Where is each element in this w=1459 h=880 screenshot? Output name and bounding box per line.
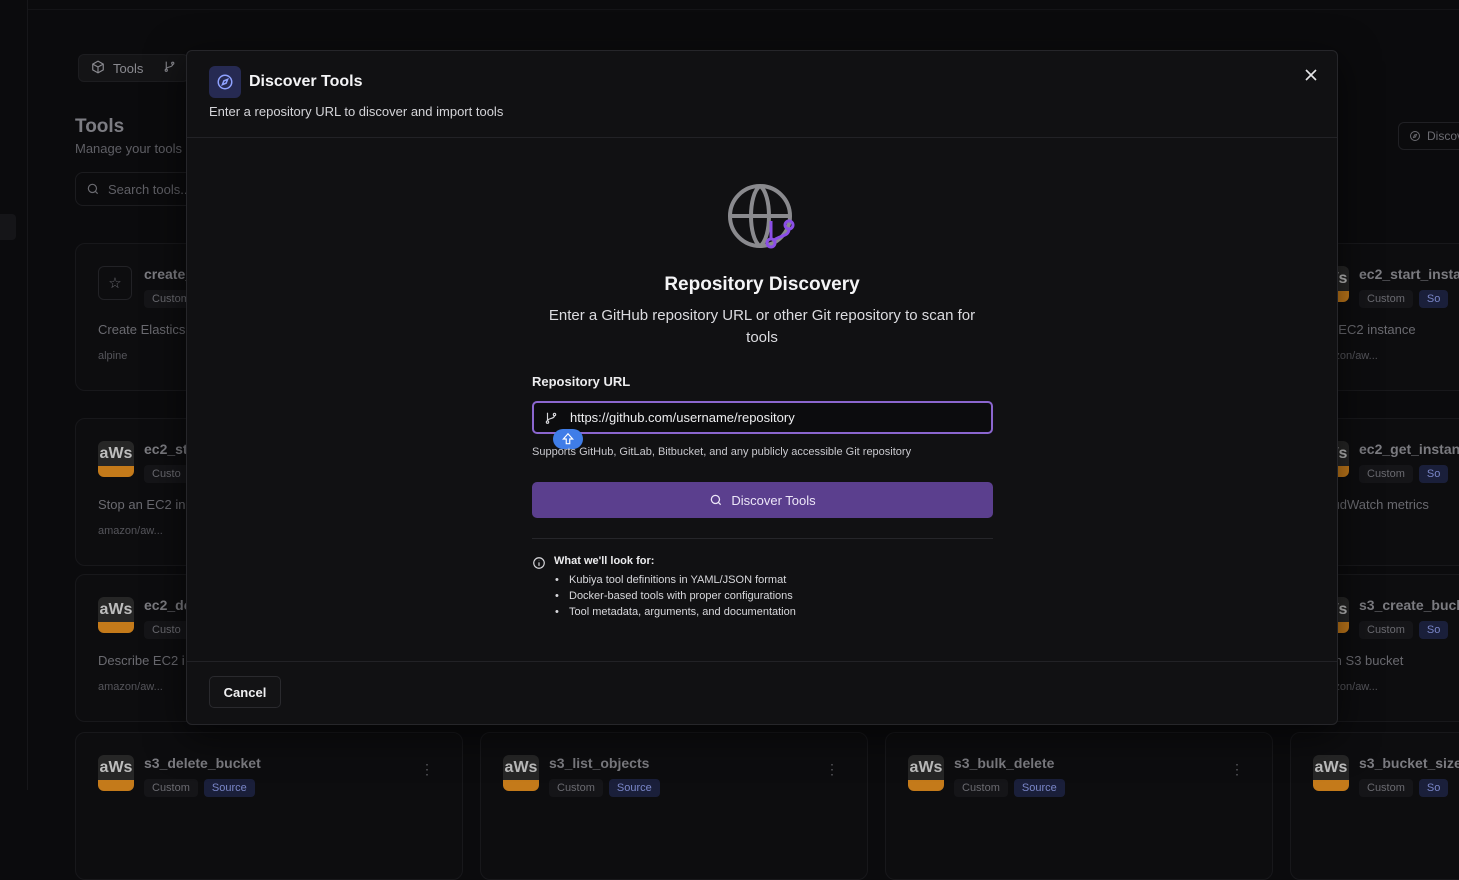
tool-card-title: ec2_get_instanc [1359, 441, 1459, 457]
cancel-button[interactable]: Cancel [209, 676, 281, 708]
tool-card-description: Create Elastics [98, 322, 185, 337]
page-title: Tools [75, 116, 124, 138]
tag-custom: Custo [144, 621, 189, 639]
discover-tools-dialog: Discover Tools Enter a repository URL to… [186, 50, 1338, 725]
aws-logo: aWs [98, 441, 134, 477]
tag-custom: Custom [144, 779, 198, 797]
compass-icon [209, 66, 241, 98]
tool-card-description: Stop an EC2 in [98, 497, 185, 512]
list-item: Kubiya tool definitions in YAML/JSON for… [569, 572, 796, 588]
top-bar [28, 0, 1459, 10]
more-options-icon[interactable]: ⋮ [825, 761, 839, 778]
dialog-title: Discover Tools [249, 73, 363, 91]
list-item: Docker-based tools with proper configura… [569, 588, 796, 604]
search-icon [86, 182, 100, 196]
tool-card-description: Describe EC2 i [98, 653, 185, 668]
tool-card[interactable]: aWs s3_delete_bucket Custom Source ⋮ [75, 732, 463, 880]
tool-card-title: s3_delete_bucket [144, 755, 261, 771]
tool-card[interactable]: aWs s3_bulk_delete Custom Source ⋮ [885, 732, 1273, 880]
discover-tools-button-bg[interactable]: Discov [1398, 122, 1459, 150]
hero-subtitle: Enter a GitHub repository URL or other G… [532, 305, 992, 349]
tag-source: Source [609, 779, 660, 797]
tool-card-title: s3_bulk_delete [954, 755, 1054, 771]
repository-url-field[interactable] [532, 401, 993, 434]
left-rail [0, 0, 28, 790]
discover-tools-label: Discover Tools [731, 493, 815, 508]
tag-custom: Custom [1359, 290, 1413, 308]
tag-source: Source [204, 779, 255, 797]
globe-branch-icon [727, 181, 797, 251]
more-options-icon[interactable]: ⋮ [420, 761, 434, 778]
branch-icon [163, 60, 176, 76]
page-subtitle: Manage your tools [75, 141, 182, 156]
tool-card-title: s3_create_buck [1359, 597, 1459, 613]
tool-card-title: s3_bucket_size [1359, 755, 1459, 771]
search-icon [709, 493, 723, 507]
divider [532, 538, 993, 539]
tag-custom: Custom [954, 779, 1008, 797]
repository-url-label: Repository URL [532, 374, 630, 389]
breadcrumb-label: Tools [113, 61, 143, 76]
rail-active-marker [0, 214, 16, 240]
dialog-header: Discover Tools Enter a repository URL to… [187, 51, 1337, 138]
aws-logo: aWs [503, 755, 539, 791]
help-text: Supports GitHub, GitLab, Bitbucket, and … [532, 446, 911, 458]
discover-button-label: Discov [1427, 129, 1459, 143]
aws-logo: aWs [1313, 755, 1349, 791]
tool-card[interactable]: aWs s3_bucket_size Custom So [1290, 732, 1459, 880]
list-item: Tool metadata, arguments, and documentat… [569, 604, 796, 620]
dialog-subtitle: Enter a repository URL to discover and i… [209, 104, 503, 119]
star-icon[interactable]: ☆ [98, 266, 132, 300]
tag-custom: Custom [549, 779, 603, 797]
tag-source: So [1419, 621, 1448, 639]
tool-card-title: ec2_start_insta [1359, 266, 1459, 282]
tag-custom: Custom [1359, 621, 1413, 639]
repository-url-input[interactable] [568, 410, 991, 425]
breadcrumb[interactable]: Tools [78, 54, 189, 82]
compass-icon [1409, 130, 1421, 142]
tool-card-meta: amazon/aw... [98, 525, 163, 537]
tool-card-title: s3_list_objects [549, 755, 649, 771]
search-placeholder: Search tools... [108, 182, 191, 197]
tag-custom: Custom [1359, 465, 1413, 483]
dialog-footer: Cancel [187, 661, 1337, 724]
tool-card-title: ec2_de [144, 597, 191, 613]
info-icon [532, 556, 546, 575]
close-icon[interactable] [1301, 65, 1321, 85]
tool-card-meta: alpine [98, 350, 127, 362]
box-icon [91, 60, 105, 77]
info-title: What we'll look for: [554, 555, 654, 567]
tag-custom: Custom [1359, 779, 1413, 797]
aws-logo: aWs [98, 755, 134, 791]
aws-logo: aWs [908, 755, 944, 791]
discover-tools-button[interactable]: Discover Tools [532, 482, 993, 518]
tag-source: So [1419, 465, 1448, 483]
tag-source: Source [1014, 779, 1065, 797]
aws-logo: aWs [98, 597, 134, 633]
tool-card-title: ec2_st [144, 441, 188, 457]
dialog-body: Repository Discovery Enter a GitHub repo… [187, 139, 1337, 662]
tool-card[interactable]: aWs s3_list_objects Custom Source ⋮ [480, 732, 868, 880]
info-list: Kubiya tool definitions in YAML/JSON for… [569, 572, 796, 620]
tag-source: So [1419, 779, 1448, 797]
git-branch-icon [534, 411, 568, 425]
more-options-icon[interactable]: ⋮ [1230, 761, 1244, 778]
tool-card-meta: amazon/aw... [98, 681, 163, 693]
tag-custom: Custo [144, 465, 189, 483]
hero-title: Repository Discovery [187, 274, 1337, 296]
tag-source: So [1419, 290, 1448, 308]
